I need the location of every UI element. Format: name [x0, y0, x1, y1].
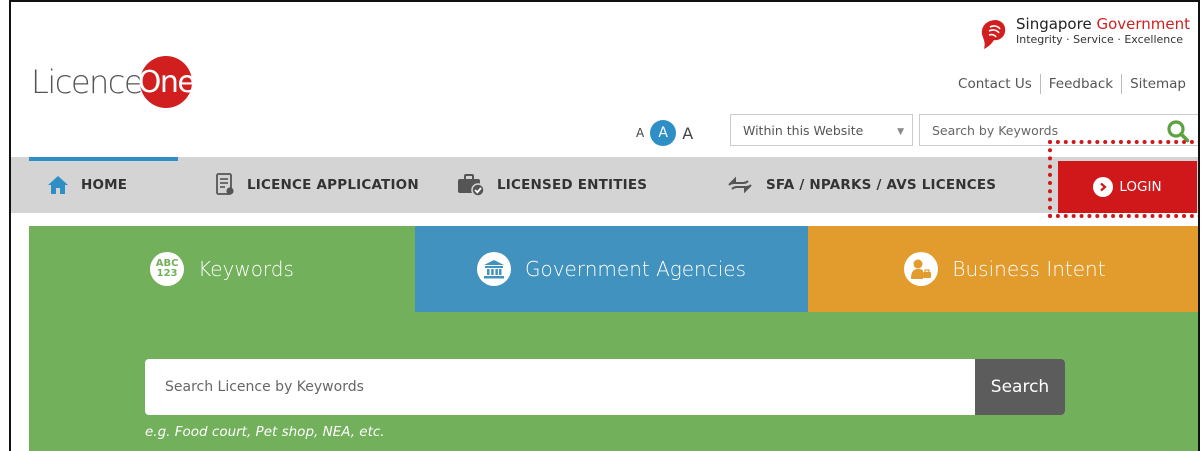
nav-sfa-nparks-avs[interactable]: SFA / NPARKS / AVS LICENCES	[726, 157, 996, 213]
page-frame: Licence One Singapore Government Integri…	[9, 0, 1200, 451]
search-mode-tabs: ABC 123 Keywords Government Agencies Bus…	[29, 226, 1198, 312]
nav-sfa-nparks-avs-label: SFA / NPARKS / AVS LICENCES	[766, 177, 997, 193]
exchange-arrows-icon	[728, 176, 752, 194]
nav-licensed-entities[interactable]: LICENSED ENTITIES	[457, 157, 647, 213]
tab-government-agencies-label: Government Agencies	[524, 257, 747, 281]
top-search-input[interactable]	[930, 121, 1164, 139]
sitemap-link[interactable]: Sitemap	[1121, 74, 1194, 94]
lion-head-icon	[981, 20, 1006, 49]
logo-circle: One	[138, 56, 196, 108]
caret-down-icon: ▼	[897, 127, 904, 137]
top-links: Contact Us Feedback Sitemap	[950, 74, 1194, 94]
home-icon	[48, 176, 68, 194]
businessman-icon	[904, 252, 939, 286]
login-label: LOGIN	[1119, 179, 1162, 195]
search-button[interactable]: Search	[975, 359, 1065, 415]
licence-search-box: Search	[145, 359, 1065, 415]
licenceone-logo[interactable]: Licence One	[31, 56, 196, 108]
login-button[interactable]: LOGIN	[1058, 161, 1197, 213]
feedback-link[interactable]: Feedback	[1039, 74, 1121, 94]
tab-keywords[interactable]: ABC 123 Keywords	[29, 226, 415, 312]
contact-us-link[interactable]: Contact Us	[950, 74, 1040, 94]
abc-123-icon: ABC 123	[150, 252, 185, 286]
briefcase-check-icon	[458, 174, 485, 197]
search-scope-select[interactable]: Within this Website ▼	[730, 114, 913, 146]
font-small-button[interactable]: A	[636, 126, 644, 140]
tab-business-intent-label: Business Intent	[952, 257, 1106, 281]
search-scope-value: Within this Website	[743, 122, 864, 138]
tab-government-agencies[interactable]: Government Agencies	[415, 226, 808, 312]
government-building-icon	[476, 252, 511, 286]
licence-search-input[interactable]	[163, 378, 947, 396]
chevron-right-icon	[1093, 177, 1114, 197]
document-icon	[216, 173, 234, 195]
nav-licensed-entities-label: LICENSED ENTITIES	[497, 177, 648, 193]
font-medium-button[interactable]: A	[650, 120, 677, 146]
font-size-controls: A A A	[636, 120, 693, 146]
tab-business-intent[interactable]: Business Intent	[808, 226, 1198, 312]
nav-home-label: HOME	[81, 177, 128, 193]
gov-motto: Integrity · Service · Excellence	[1016, 33, 1184, 46]
search-hint: e.g. Food court, Pet shop, NEA, etc.	[145, 424, 385, 440]
tab-keywords-label: Keywords	[198, 257, 294, 281]
nav-home[interactable]: HOME	[47, 157, 127, 213]
gov-title: Singapore Government	[1016, 15, 1190, 33]
singapore-government-brand[interactable]: Singapore Government Integrity · Service…	[978, 16, 1190, 52]
logo-text: Licence	[31, 63, 144, 101]
nav-licence-application[interactable]: LICENCE APPLICATION	[215, 157, 419, 213]
font-large-button[interactable]: A	[682, 124, 693, 143]
nav-licence-application-label: LICENCE APPLICATION	[247, 177, 419, 193]
